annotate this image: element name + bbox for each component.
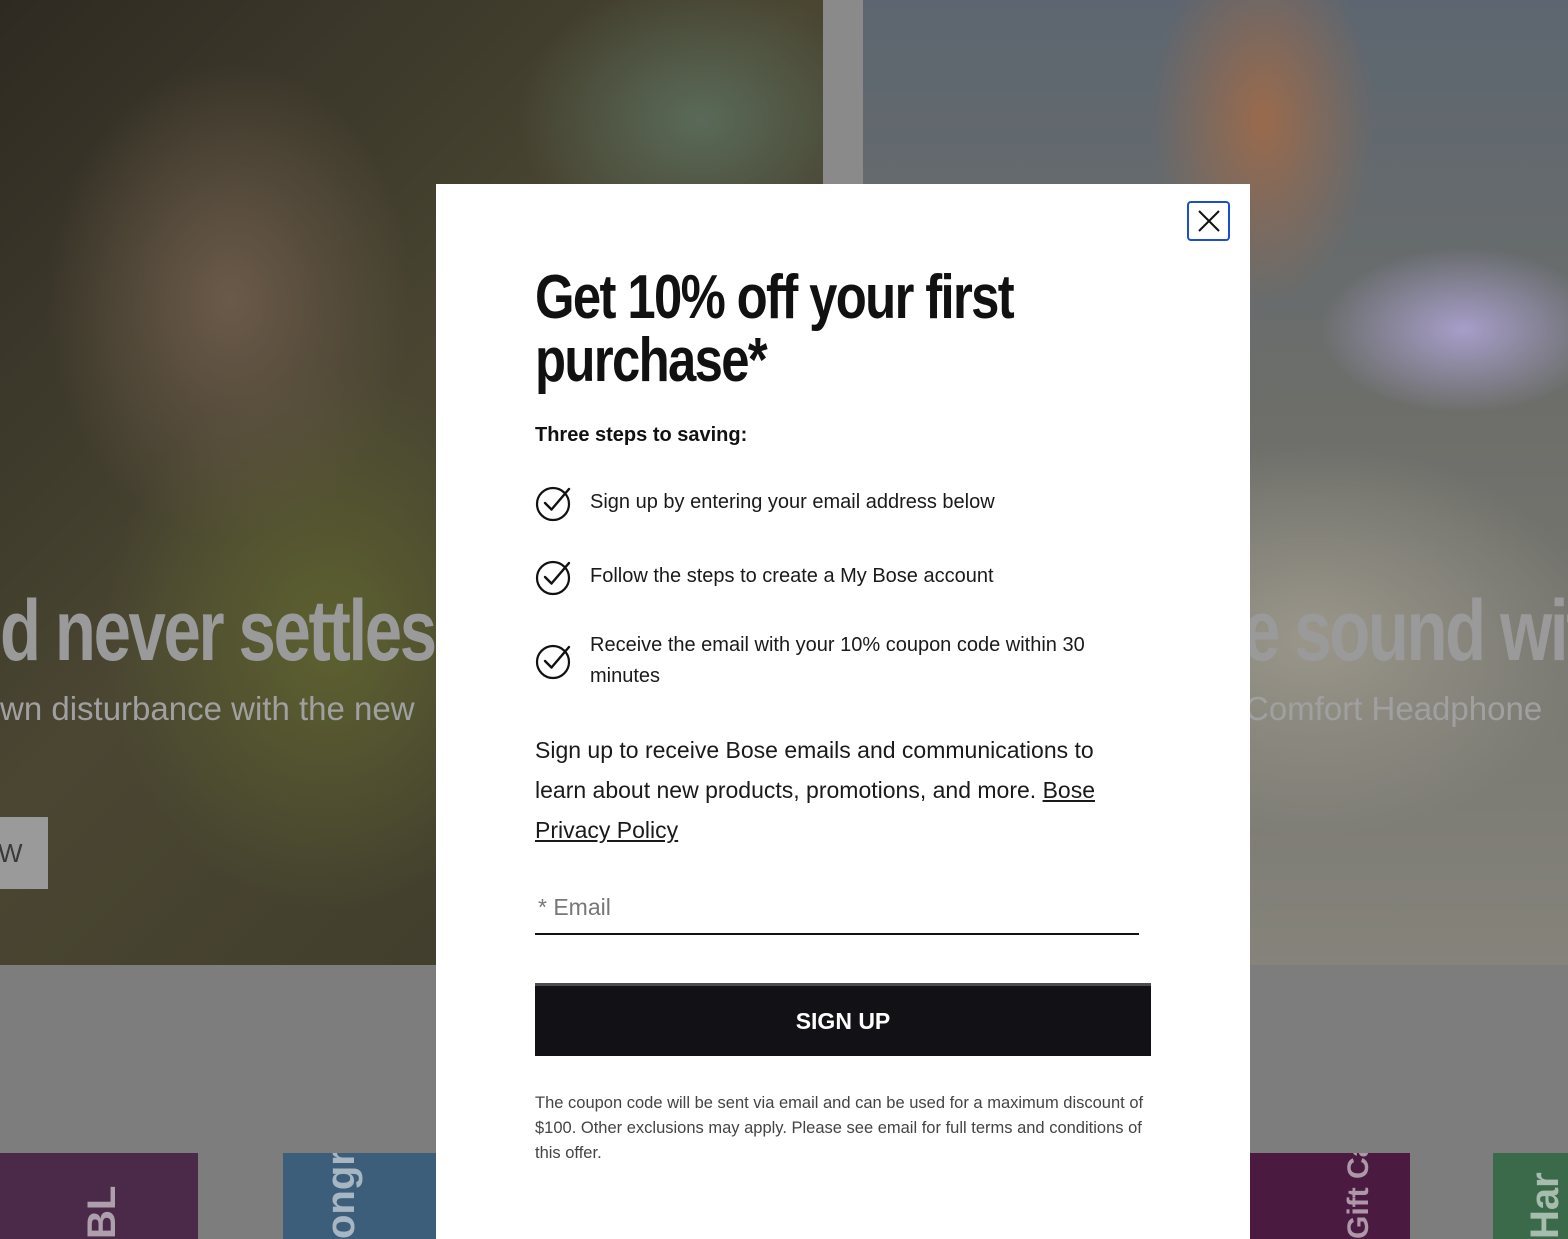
close-icon [1197,210,1220,232]
category-tile[interactable]: Har [1493,1153,1568,1239]
hero-left-headline: d never settles [0,583,437,679]
step-item: Receive the email with your 10% coupon c… [535,634,1110,692]
signup-modal: Get 10% off your first purchase* Three s… [436,184,1250,1239]
sign-up-button[interactable]: SIGN UP [535,983,1151,1056]
modal-title: Get 10% off your first purchase* [535,263,1015,395]
hero-right-subtext: Comfort Headphone [1245,690,1543,727]
category-tile[interactable]: ongr [283,1153,436,1239]
category-tile-label: Gift Ca [1342,1153,1375,1239]
consent-copy: Sign up to receive Bose emails and commu… [535,737,1094,803]
category-tile[interactable]: Gift Ca [1250,1153,1410,1239]
hero-left-button[interactable]: W [0,817,48,889]
step-text: Follow the steps to create a My Bose acc… [590,565,994,587]
hero-right-headline: e sound wit [1243,583,1568,679]
category-tile[interactable]: BL [0,1153,198,1239]
offer-fineprint: The coupon code will be sent via email a… [535,1094,1144,1162]
email-input[interactable] [535,884,1139,930]
step-text: Sign up by entering your email address b… [590,491,995,513]
category-tile-label: ongr [319,1153,363,1239]
step-text: Receive the email with your 10% coupon c… [590,634,1085,687]
email-field-wrapper [535,884,1139,935]
step-item: Sign up by entering your email address b… [535,484,1110,522]
close-button[interactable] [1187,201,1230,241]
category-tile-label: BL [80,1185,124,1239]
check-circle-icon [535,560,571,596]
consent-text: Sign up to receive Bose emails and commu… [535,730,1135,850]
category-tile-label: Har [1523,1172,1567,1239]
step-item: Follow the steps to create a My Bose acc… [535,558,1110,596]
check-circle-icon [535,644,571,680]
hero-left-subtext: wn disturbance with the new [0,690,415,727]
check-circle-icon [535,486,571,522]
steps-label: Three steps to saving: [535,424,748,446]
